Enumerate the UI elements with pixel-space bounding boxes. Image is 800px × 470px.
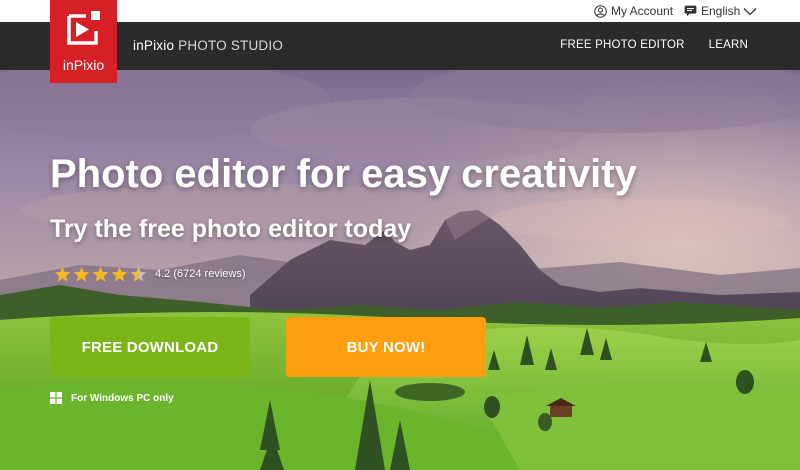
logo-text: inPixio xyxy=(62,57,105,73)
windows-icon xyxy=(50,392,62,404)
star-half-icon xyxy=(130,266,147,282)
language-selector[interactable]: English xyxy=(684,4,757,18)
free-download-button[interactable]: FREE DOWNLOAD xyxy=(50,317,250,377)
brand-name[interactable]: inPixio PHOTO STUDIO xyxy=(133,38,283,53)
rating-text: 4.2 (6724 reviews) xyxy=(155,268,246,280)
speech-bubble-icon xyxy=(684,5,697,17)
star-icon xyxy=(54,266,71,282)
star-icon xyxy=(111,266,128,282)
platform-note: For Windows PC only xyxy=(50,392,174,404)
utility-bar: My Account English xyxy=(0,0,800,22)
nav-item-free-photo-editor[interactable]: FREE PHOTO EDITOR xyxy=(560,39,684,51)
hero-title: Photo editor for easy creativity xyxy=(50,152,637,196)
star-icon xyxy=(73,266,90,282)
star-icon xyxy=(92,266,109,282)
my-account-label: My Account xyxy=(611,4,674,18)
brand-name-part1: inPixio xyxy=(133,38,175,53)
my-account-link[interactable]: My Account xyxy=(594,4,673,18)
chevron-down-icon xyxy=(743,7,757,15)
nav-item-learn[interactable]: LEARN xyxy=(709,39,748,51)
rating: 4.2 (6724 reviews) xyxy=(54,266,246,282)
platform-label: For Windows PC only xyxy=(71,392,174,404)
hero-section: Photo editor for easy creativity Try the… xyxy=(0,70,800,470)
main-navbar: inPixio PHOTO STUDIO FREE PHOTO EDITOR L… xyxy=(0,22,800,70)
hero-subtitle: Try the free photo editor today xyxy=(50,215,412,243)
rating-stars xyxy=(54,266,147,282)
inpixio-logo[interactable]: inPixio xyxy=(50,0,117,83)
play-frame-icon xyxy=(67,11,100,45)
buy-now-button[interactable]: BUY NOW! xyxy=(286,317,486,377)
brand-name-part2: PHOTO STUDIO xyxy=(178,38,284,53)
buy-now-label: BUY NOW! xyxy=(346,338,426,356)
user-circle-icon xyxy=(594,4,607,18)
nav-links: FREE PHOTO EDITOR LEARN xyxy=(560,39,748,51)
language-label: English xyxy=(701,4,741,18)
free-download-label: FREE DOWNLOAD xyxy=(81,338,219,356)
